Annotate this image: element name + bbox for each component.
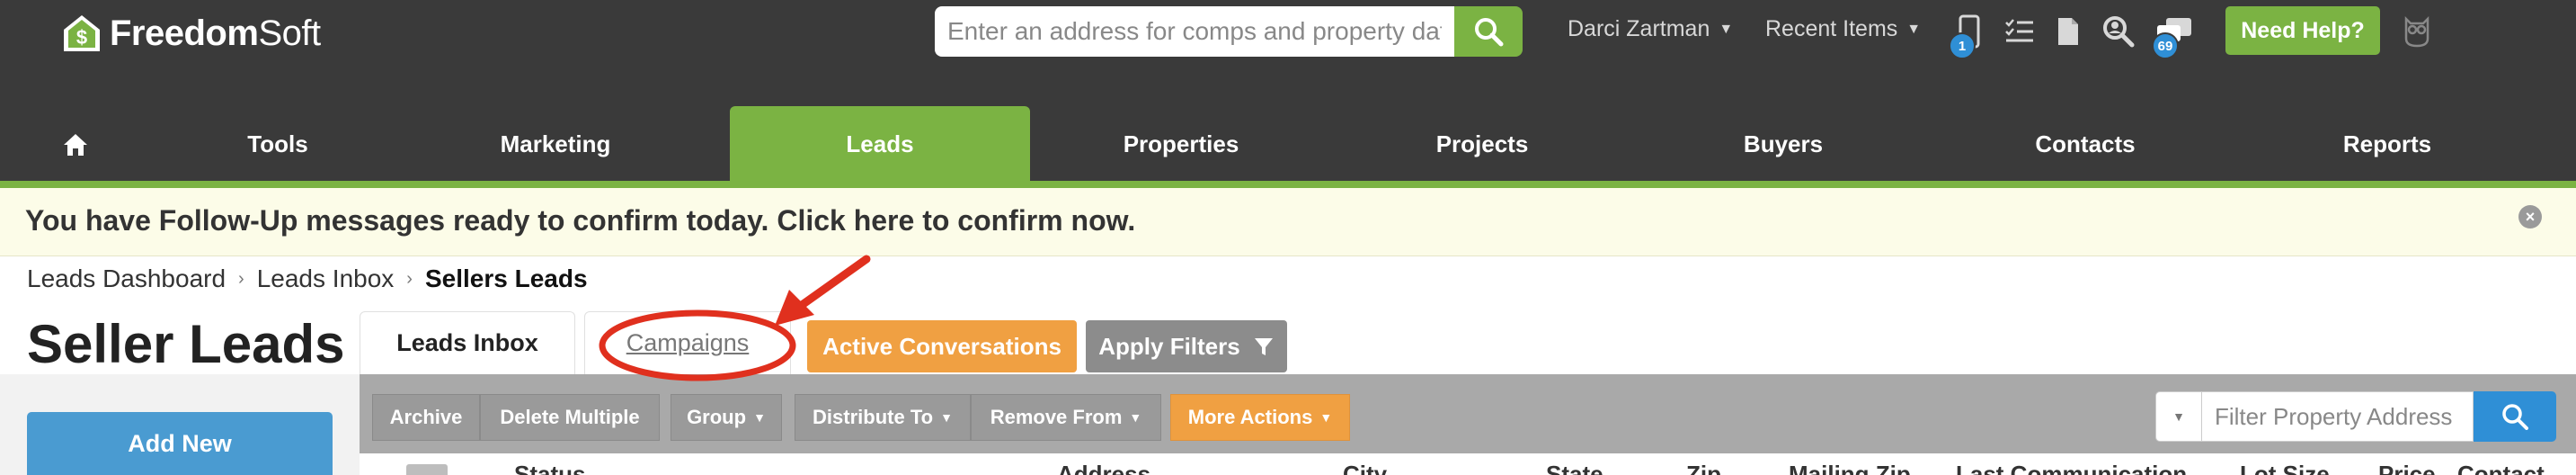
property-search-button[interactable] (1454, 6, 1523, 57)
nav-tools[interactable]: Tools (151, 106, 404, 183)
column-zip[interactable]: Zip (1686, 461, 1721, 475)
search-person-icon (2103, 16, 2135, 48)
phone-button[interactable]: 1 (1949, 13, 1988, 59)
logo-text-light: Soft (258, 13, 321, 53)
apply-filters-button[interactable]: Apply Filters (1086, 320, 1287, 372)
nav-leads[interactable]: Leads (730, 106, 1030, 183)
need-help-button[interactable]: Need Help? (2225, 6, 2380, 55)
filter-icon (1254, 338, 1273, 355)
column-address[interactable]: Address (1057, 461, 1150, 475)
more-actions-label: More Actions (1187, 406, 1313, 428)
breadcrumb-separator: › (406, 268, 413, 289)
nav-contacts[interactable]: Contacts (1934, 106, 2236, 183)
column-last-communication[interactable]: Last Communication (1956, 461, 2187, 475)
distribute-to-button[interactable]: Distribute To ▼ (795, 394, 971, 441)
breadcrumb-separator: › (238, 268, 244, 289)
messages-badge: 69 (2152, 32, 2179, 59)
svg-text:$: $ (76, 26, 87, 49)
annotation-arrow-shaft (794, 255, 871, 312)
notice-text[interactable]: You have Follow-Up messages ready to con… (25, 204, 1135, 238)
breadcrumb-leads-inbox[interactable]: Leads Inbox (257, 264, 395, 293)
breadcrumb-sellers-leads: Sellers Leads (424, 264, 588, 292)
property-search (935, 6, 1523, 57)
checklist-icon (2005, 19, 2033, 42)
search-icon (1475, 18, 1504, 47)
tab-leads-inbox[interactable]: Leads Inbox (360, 311, 575, 374)
people-search-button[interactable] (2100, 13, 2137, 50)
messages-button[interactable]: 69 (2152, 13, 2193, 59)
add-new-button[interactable]: Add New (27, 412, 333, 475)
nav-properties[interactable]: Properties (1030, 106, 1332, 183)
nav-accent-line (0, 181, 2576, 188)
more-actions-button[interactable]: More Actions ▼ (1170, 394, 1350, 441)
remove-from-button[interactable]: Remove From ▼ (971, 394, 1161, 441)
recent-items-menu[interactable]: Recent Items ▼ (1765, 16, 1921, 42)
nav-projects[interactable]: Projects (1332, 106, 1632, 183)
document-icon (2058, 18, 2078, 45)
breadcrumb-leads-dashboard[interactable]: Leads Dashboard (27, 264, 226, 293)
breadcrumb: Leads Dashboard › Leads Inbox › Sellers … (27, 261, 588, 297)
column-price[interactable]: Price (2378, 461, 2436, 475)
owl-icon (2404, 15, 2429, 48)
property-search-input[interactable] (935, 6, 1454, 57)
recent-items-label: Recent Items (1765, 16, 1898, 41)
filter-address-input[interactable] (2202, 391, 2474, 442)
column-mailing-zip[interactable]: Mailing Zip (1789, 461, 1911, 475)
documents-button[interactable] (2049, 13, 2087, 50)
apply-filters-label: Apply Filters (1098, 332, 1240, 360)
chevron-down-icon: ▼ (1319, 410, 1333, 425)
group-label: Group (687, 406, 747, 428)
distribute-to-label: Distribute To (813, 406, 934, 428)
home-icon (64, 133, 87, 156)
app-window: $ FreedomSoft Darci Zartman ▼ Recent Ite… (0, 0, 2576, 475)
search-icon (2502, 404, 2528, 430)
logo-text-bold: Freedom (110, 13, 259, 53)
chevron-down-icon: ▼ (753, 410, 766, 425)
delete-multiple-button[interactable]: Delete Multiple (480, 394, 660, 441)
tab-campaigns[interactable]: Campaigns (584, 311, 791, 374)
close-icon[interactable]: × (2518, 205, 2542, 229)
nav-reports[interactable]: Reports (2236, 106, 2538, 183)
address-filter: ▼ (2155, 391, 2556, 442)
follow-up-notice[interactable]: You have Follow-Up messages ready to con… (0, 188, 2576, 256)
chevron-down-icon: ▼ (2172, 409, 2185, 424)
phone-badge: 1 (1949, 32, 1976, 59)
chevron-down-icon: ▼ (1129, 410, 1142, 425)
user-menu[interactable]: Darci Zartman ▼ (1568, 16, 1733, 42)
chevron-down-icon: ▼ (1906, 21, 1922, 37)
column-city[interactable]: City (1343, 461, 1387, 475)
column-lot-size[interactable]: Lot Size (2240, 461, 2330, 475)
user-name: Darci Zartman (1568, 16, 1710, 41)
logo-text: FreedomSoft (110, 13, 321, 54)
filter-dropdown[interactable]: ▼ (2155, 391, 2202, 442)
chevron-down-icon: ▼ (940, 410, 953, 425)
owl-button[interactable] (2398, 13, 2436, 50)
column-status[interactable]: Status (514, 461, 585, 475)
page-title: Seller Leads (27, 314, 345, 374)
nav-marketing[interactable]: Marketing (404, 106, 706, 183)
nav-buyers[interactable]: Buyers (1632, 106, 1934, 183)
column-state[interactable]: State (1546, 461, 1603, 475)
tasks-button[interactable] (2001, 13, 2039, 50)
freedomsoft-logo[interactable]: $ FreedomSoft (61, 11, 321, 56)
select-all-checkbox[interactable] (406, 464, 448, 475)
nav-home[interactable] (0, 106, 151, 183)
group-button[interactable]: Group ▼ (671, 394, 782, 441)
column-contact[interactable]: Contact (2457, 461, 2545, 475)
chevron-down-icon: ▼ (1719, 21, 1734, 37)
archive-button[interactable]: Archive (372, 394, 480, 441)
active-conversations-button[interactable]: Active Conversations (807, 320, 1077, 372)
logo-house-icon: $ (64, 15, 100, 51)
remove-from-label: Remove From (990, 406, 1123, 428)
filter-search-button[interactable] (2474, 391, 2556, 442)
